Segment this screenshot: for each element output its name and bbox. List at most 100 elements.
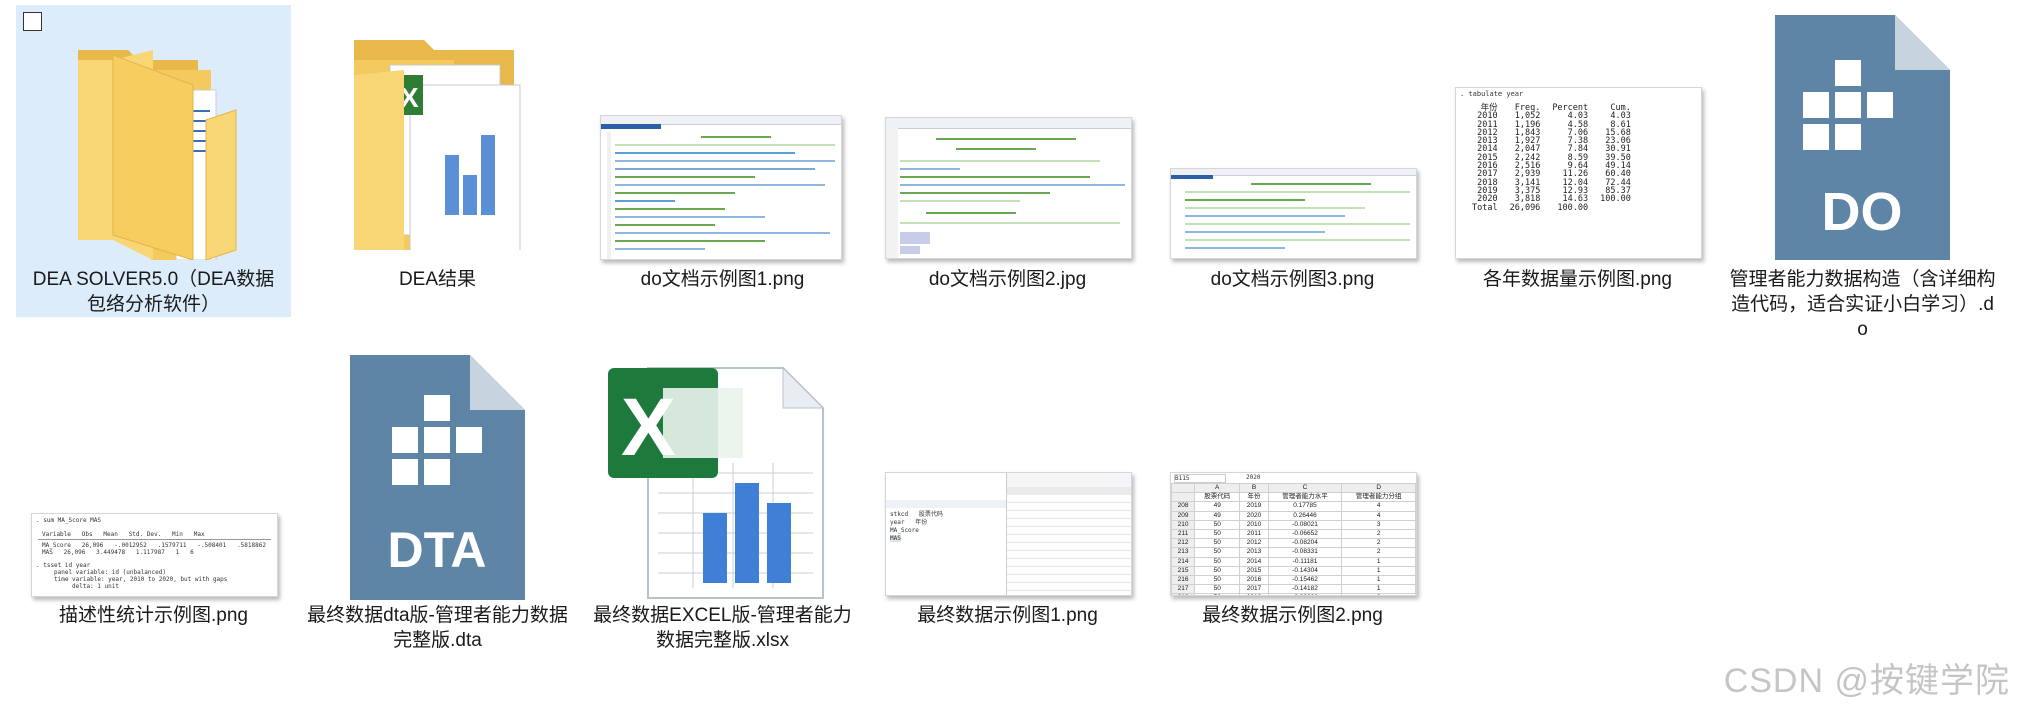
file-item-dta-file[interactable]: DTA 最终数据dta版-管理者能力数据完整版.dta — [300, 345, 575, 655]
excel-table: A B C D 股票代码 年份 管理者能力水平 管理者能力分组 208 49 2019 0.17785… — [1171, 482, 1416, 595]
file-item-do-file[interactable]: DO 管理者能力数据构造（含详细构造代码，适合实证小白学习）.do — [1725, 5, 2000, 345]
col-letter: D — [1341, 482, 1416, 494]
table-cell: 2013 — [1239, 547, 1269, 558]
file-item-do-example-1[interactable]: do文档示例图1.png — [585, 5, 860, 317]
table-cell: 2 — [1341, 538, 1416, 549]
folder-icon: X — [354, 40, 521, 250]
excel-row: 208 49 2019 0.17785 4 — [1171, 501, 1416, 512]
file-item-final-data-2[interactable]: B115 2020 A B C D 股票代码 年份 管理者能力水平 管理者能力分组 208 49 2… — [1155, 345, 1430, 645]
table-cell: 50 — [1194, 584, 1241, 595]
var-list-item: year 年份 — [890, 519, 928, 526]
file-item-do-example-3[interactable]: do文档示例图3.png — [1155, 5, 1430, 317]
excel-row: 211 50 2011 -0.06652 2 — [1171, 529, 1416, 540]
excel-row: 214 50 2014 -0.11181 1 — [1171, 556, 1416, 567]
table-cell: 2016 — [1239, 575, 1269, 586]
select-checkbox[interactable] — [23, 12, 42, 31]
table-cell: -0.15462 — [1267, 575, 1343, 586]
file-item-dea-solver[interactable]: DEA SOLVER5.0（DEA数据包络分析软件） — [16, 5, 291, 317]
file-item-dea-results[interactable]: X DEA结果 — [300, 5, 575, 317]
xtset-line: time variable: year, 2010 to 2020, but w… — [54, 576, 228, 583]
tabulate-command: . tabulate year — [1460, 90, 1524, 98]
image-thumbnail — [600, 115, 842, 260]
table-cell: 2018 — [1239, 593, 1269, 595]
cell-ref: B115 — [1174, 474, 1226, 483]
file-name-label: DEA SOLVER5.0（DEA数据包络分析软件） — [32, 269, 275, 315]
file-name-label: do文档示例图1.png — [640, 269, 805, 290]
row-number: 213 — [1171, 547, 1196, 558]
image-thumbnail: B115 2020 A B C D 股票代码 年份 管理者能力水平 管理者能力分组 208 49 2… — [1170, 472, 1417, 596]
header-cell: 年份 — [1239, 492, 1269, 503]
excel-col-letters: ABCD — [1171, 482, 1416, 494]
image-thumbnail: . sum MA_Score MAS Variable Obs Mean Std… — [31, 513, 278, 597]
excel-row: 210 50 2010 -0.08021 3 — [1171, 519, 1416, 531]
table-cell: -0.08204 — [1267, 538, 1343, 549]
table-cell: -0.11181 — [1267, 556, 1343, 567]
row-number: 215 — [1171, 565, 1196, 577]
file-name-label: DEA结果 — [398, 269, 477, 290]
file-name-label: 最终数据dta版-管理者能力数据完整版.dta — [307, 605, 568, 651]
excel-file-icon: X — [608, 366, 825, 599]
formula-bar: 2020 — [1246, 474, 1261, 481]
header-cell: 股票代码 — [1194, 492, 1241, 503]
desc-stats-cmd: . sum MA_Score MAS — [36, 517, 102, 524]
table-cell: 50 — [1194, 547, 1241, 558]
table-cell: 2017 — [1239, 584, 1269, 595]
xtset-line: . tsset id year — [36, 562, 91, 569]
table-cell: 50 — [1194, 593, 1241, 595]
desc-stats-row: MA_Score 26,096 -.0012952 .1579711 -.508… — [42, 542, 266, 549]
file-item-final-data-1[interactable]: stkcd 股票代码 year 年份 MA_Score MAS 最终数据示例图1… — [870, 345, 1145, 645]
table-cell: 50 — [1194, 519, 1241, 531]
desc-stats-row: MAS 26,096 3.449478 1.117987 1 6 — [42, 549, 194, 556]
file-item-do-example-2[interactable]: do文档示例图2.jpg — [870, 5, 1145, 317]
table-cell: 2020 — [1239, 510, 1269, 521]
table-cell: 3 — [1341, 593, 1416, 595]
file-item-yearly-counts[interactable]: . tabulate year 年份 Freq. Percent Cum. 2010 1,… — [1440, 5, 1715, 317]
row-number: 214 — [1171, 556, 1196, 567]
folder-icon — [78, 50, 237, 260]
file-name-label: do文档示例图2.jpg — [928, 269, 1087, 290]
table-cell: 2011 — [1239, 529, 1269, 540]
table-cell: 50 — [1194, 529, 1241, 540]
row-number — [1171, 492, 1196, 503]
table-cell: -0.14304 — [1267, 565, 1343, 577]
table-cell: 100.00 — [1557, 202, 1589, 213]
image-thumbnail: . tabulate year 年份 Freq. Percent Cum. 2010 1,… — [1455, 87, 1702, 259]
image-thumbnail — [885, 117, 1132, 259]
table-cell: 50 — [1194, 565, 1241, 577]
table-cell: 2 — [1341, 547, 1416, 558]
table-cell: 2 — [1341, 529, 1416, 540]
table-cell: 4 — [1341, 510, 1416, 521]
var-list-item: MAS — [890, 535, 901, 542]
row-number: 210 — [1171, 519, 1196, 531]
col-letter: A — [1194, 482, 1241, 494]
desc-stats-header: Variable Obs Mean Std. Dev. Min Max — [42, 531, 205, 538]
col-letter: B — [1239, 482, 1269, 494]
excel-row: 216 50 2016 -0.15462 1 — [1171, 575, 1416, 586]
csdn-watermark: CSDN @按键学院 — [1723, 662, 2010, 700]
row-number: 217 — [1171, 584, 1196, 595]
table-cell: 2014 — [1239, 556, 1269, 567]
file-name-label: 描述性统计示例图.png — [59, 605, 248, 626]
do-file-icon: DO — [1775, 15, 1950, 260]
xtset-line: delta: 1 unit — [72, 583, 119, 590]
file-name-label: 最终数据EXCEL版-管理者能力数据完整版.xlsx — [593, 605, 852, 651]
row-number: 211 — [1171, 529, 1196, 540]
table-cell: 50 — [1194, 538, 1241, 549]
table-cell: 2015 — [1239, 565, 1269, 577]
table-cell: 3 — [1341, 519, 1416, 531]
table-cell: 0.26446 — [1267, 510, 1343, 521]
header-cell: 管理者能力分组 — [1341, 492, 1416, 503]
table-cell: 0.17785 — [1267, 501, 1343, 512]
var-list-item: stkcd 股票代码 — [890, 511, 943, 518]
table-cell: 2010 — [1239, 519, 1269, 531]
file-item-desc-stats[interactable]: . sum MA_Score MAS Variable Obs Mean Std… — [16, 345, 291, 645]
table-cell: 1 — [1341, 575, 1416, 586]
table-cell: 50 — [1194, 575, 1241, 586]
table-cell: -0.08021 — [1267, 519, 1343, 531]
file-item-xlsx-file[interactable]: X 最终数据EXCEL版-管理者能力数据完整版.xlsx — [585, 345, 860, 655]
table-cell: -0.08331 — [1267, 547, 1343, 558]
file-name-label: 各年数据量示例图.png — [1483, 269, 1672, 290]
table-cell — [1594, 204, 1637, 212]
file-name-label: 管理者能力数据构造（含详细构造代码，适合实证小白学习）.do — [1729, 269, 1996, 340]
header-cell: 管理者能力水平 — [1267, 492, 1343, 503]
